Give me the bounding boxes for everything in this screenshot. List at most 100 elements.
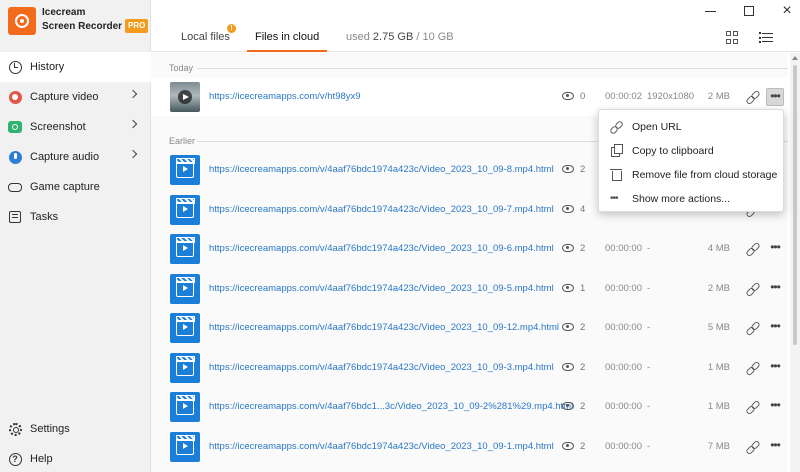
- usage-prefix: used: [346, 31, 370, 43]
- video-thumbnail[interactable]: [170, 234, 200, 264]
- sidebar-item-label: History: [30, 61, 65, 73]
- file-url-link[interactable]: https://icecreamapps.com/v/4aaf76bdc1974…: [209, 204, 554, 215]
- clock-icon: [8, 60, 22, 74]
- copy-link-button[interactable]: [746, 321, 760, 335]
- file-size: 5 MB: [707, 322, 730, 333]
- resolution: -: [647, 243, 651, 254]
- top-bar: Local files ! Files in cloud used 2.75 G…: [151, 0, 800, 52]
- copy-link-button[interactable]: [746, 90, 760, 104]
- camera-icon: [8, 121, 22, 133]
- eye-icon: [562, 165, 574, 173]
- tasks-icon: [9, 211, 21, 223]
- more-actions-button[interactable]: •••: [766, 240, 784, 258]
- file-url-link[interactable]: https://icecreamapps.com/v/4aaf76bdc1974…: [209, 283, 554, 294]
- video-thumbnail[interactable]: [170, 273, 200, 304]
- video-thumbnail[interactable]: [170, 431, 200, 462]
- video-thumbnail[interactable]: [170, 313, 200, 343]
- menu-item-label: Open URL: [632, 121, 682, 133]
- minimize-button[interactable]: [701, 2, 719, 20]
- tab-local-files[interactable]: Local files: [181, 31, 230, 43]
- copy-link-button[interactable]: [746, 361, 760, 375]
- menu-item-label: Copy to clipboard: [632, 145, 714, 157]
- file-url-link[interactable]: https://icecreamapps.com/v/4aaf76bdc1974…: [209, 362, 554, 373]
- list-view-button[interactable]: [759, 30, 775, 46]
- menu-item-label: Show more actions...: [632, 193, 731, 205]
- file-url-link[interactable]: https://icecreamapps.com/v/4aaf76bdc1974…: [209, 322, 559, 333]
- resolution: -: [647, 361, 651, 373]
- video-thumbnail[interactable]: [170, 194, 200, 225]
- gear-icon: [8, 422, 22, 436]
- video-thumbnail[interactable]: [170, 392, 200, 422]
- file-size: 7 MB: [707, 440, 730, 452]
- more-actions-button[interactable]: •••: [766, 359, 784, 377]
- file-url-link[interactable]: https://icecreamapps.com/v/ht98yx9: [209, 91, 361, 102]
- section-divider: [197, 68, 788, 69]
- file-row[interactable]: https://icecreamapps.com/v/4aaf76bdc1974…: [151, 230, 788, 268]
- video-file-icon: [175, 355, 195, 376]
- sidebar-item-screenshot[interactable]: Screenshot: [0, 112, 151, 142]
- more-actions-button[interactable]: •••: [766, 398, 784, 416]
- grid-view-button[interactable]: [725, 30, 741, 46]
- tab-files-in-cloud[interactable]: Files in cloud: [246, 31, 328, 52]
- more-actions-button[interactable]: •••: [766, 88, 784, 106]
- close-button[interactable]: ×: [778, 2, 796, 20]
- file-row[interactable]: https://icecreamapps.com/v/4aaf76bdc1974…: [151, 309, 788, 347]
- menu-item-label: Remove file from cloud storage: [632, 169, 778, 181]
- more-actions-button[interactable]: •••: [766, 280, 784, 298]
- sidebar-item-help[interactable]: ? Help: [0, 444, 151, 472]
- copy-link-button[interactable]: [746, 242, 760, 256]
- file-url-link[interactable]: https://icecreamapps.com/v/4aaf76bdc1...…: [209, 401, 573, 412]
- copy-link-button[interactable]: [746, 400, 760, 414]
- video-file-icon: [175, 197, 195, 218]
- chevron-right-icon: [128, 149, 138, 159]
- file-size: 1 MB: [707, 361, 730, 373]
- video-thumbnail[interactable]: [170, 155, 200, 185]
- file-url-link[interactable]: https://icecreamapps.com/v/4aaf76bdc1974…: [209, 164, 554, 175]
- menu-item-open-url[interactable]: Open URL: [599, 115, 783, 139]
- file-row[interactable]: https://icecreamapps.com/v/4aaf76bdc1974…: [151, 349, 788, 387]
- video-file-icon: [175, 434, 195, 455]
- duration: 00:00:00: [605, 282, 642, 294]
- file-size: 2 MB: [707, 282, 730, 294]
- sidebar-item-settings[interactable]: Settings: [0, 414, 151, 444]
- menu-item-copy-to-clipboard[interactable]: Copy to clipboard: [599, 139, 783, 163]
- app-name-line2: Screen Recorder: [42, 21, 123, 32]
- view-count: 2: [580, 440, 586, 452]
- eye-icon: [562, 323, 574, 331]
- scroll-up-arrow-icon[interactable]: [792, 56, 798, 60]
- video-thumbnail[interactable]: [170, 352, 200, 383]
- maximize-icon: [744, 6, 754, 16]
- resolution: -: [647, 401, 651, 412]
- sidebar-item-capture-audio[interactable]: Capture audio: [0, 142, 151, 172]
- file-row[interactable]: https://icecreamapps.com/v/4aaf76bdc1974…: [151, 428, 788, 466]
- maximize-button[interactable]: [740, 2, 758, 20]
- more-actions-button[interactable]: •••: [766, 438, 784, 456]
- file-row[interactable]: https://icecreamapps.com/v/4aaf76bdc1...…: [151, 388, 788, 426]
- copy-link-button[interactable]: [746, 282, 760, 296]
- sidebar-item-capture-video[interactable]: Capture video: [0, 82, 151, 112]
- eye-icon: [562, 283, 574, 292]
- copy-link-button[interactable]: [746, 440, 760, 454]
- storage-usage: used 2.75 GB / 10 GB: [346, 31, 454, 43]
- eye-icon: [562, 244, 574, 252]
- play-icon: [178, 90, 192, 104]
- video-thumbnail[interactable]: [170, 82, 200, 112]
- trash-icon: [610, 168, 624, 182]
- sidebar-item-tasks[interactable]: Tasks: [0, 202, 151, 232]
- resolution: -: [647, 282, 651, 294]
- sidebar-item-label: Help: [30, 453, 53, 465]
- view-count: 0: [580, 91, 586, 102]
- more-dots-icon: •••: [610, 193, 619, 204]
- minimize-icon: [704, 10, 716, 12]
- menu-item-remove-from-cloud[interactable]: Remove file from cloud storage: [599, 163, 783, 187]
- scroll-thumb[interactable]: [793, 65, 797, 345]
- scrollbar[interactable]: [790, 53, 800, 472]
- file-url-link[interactable]: https://icecreamapps.com/v/4aaf76bdc1974…: [209, 243, 554, 254]
- menu-item-show-more-actions[interactable]: ••• Show more actions...: [599, 187, 783, 211]
- sidebar-item-game-capture[interactable]: Game capture: [0, 172, 151, 202]
- more-actions-button[interactable]: •••: [766, 319, 784, 337]
- file-url-link[interactable]: https://icecreamapps.com/v/4aaf76bdc1974…: [209, 441, 554, 452]
- record-icon: [8, 90, 22, 104]
- file-row[interactable]: https://icecreamapps.com/v/4aaf76bdc1974…: [151, 270, 788, 308]
- sidebar-item-history[interactable]: History: [0, 52, 151, 82]
